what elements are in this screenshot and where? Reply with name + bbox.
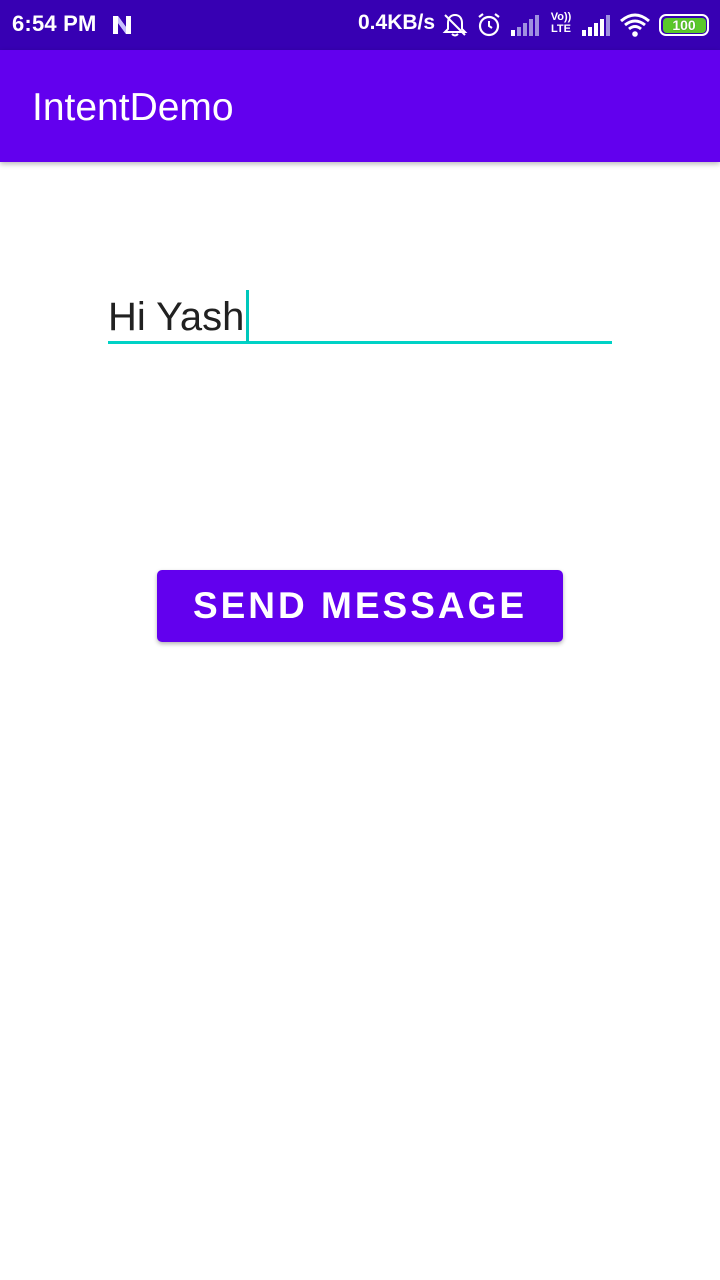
text-cursor bbox=[246, 290, 250, 342]
volte-label-top: Vo)) bbox=[550, 11, 572, 23]
status-time: 6:54 PM bbox=[12, 11, 97, 36]
send-message-button[interactable]: SEND MESSAGE bbox=[157, 570, 563, 642]
message-input-value: Hi Yash bbox=[108, 295, 245, 339]
app-bar: IntentDemo bbox=[0, 50, 720, 162]
volte-icon: Vo)) LTE bbox=[548, 11, 574, 39]
app-title: IntentDemo bbox=[32, 86, 234, 129]
bell-off-icon bbox=[442, 13, 468, 37]
status-bar: 6:54 PM 0.4KB/s Vo)) LTE 100 bbox=[0, 0, 720, 50]
wifi-icon bbox=[620, 13, 650, 37]
signal-icon bbox=[582, 15, 610, 36]
battery-level: 100 bbox=[662, 17, 706, 33]
battery-icon: 100 bbox=[659, 14, 709, 36]
message-input[interactable]: Hi Yash bbox=[108, 278, 612, 344]
network-speed: 0.4KB/s bbox=[358, 11, 436, 34]
volte-label-bottom: LTE bbox=[551, 23, 571, 35]
alarm-icon bbox=[478, 13, 500, 37]
notification-n-icon bbox=[113, 16, 131, 34]
signal-icon bbox=[511, 15, 539, 36]
